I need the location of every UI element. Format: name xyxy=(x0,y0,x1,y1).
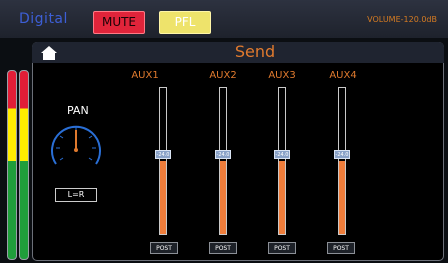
aux4-label: AUX4 xyxy=(329,70,357,81)
aux4-fader-fill xyxy=(339,161,345,234)
aux3-fader-fill xyxy=(279,161,285,234)
aux3-fader-knob[interactable]: -24.0 xyxy=(274,150,290,159)
pfl-button[interactable]: PFL xyxy=(159,11,211,34)
aux1-fader-fill xyxy=(160,161,166,234)
brand-label: Digital xyxy=(19,11,68,27)
aux4-post-button[interactable]: POST xyxy=(327,242,355,254)
home-icon[interactable] xyxy=(40,45,58,61)
aux3-fader-track[interactable] xyxy=(278,87,286,235)
aux1-post-button[interactable]: POST xyxy=(150,242,178,254)
mute-button[interactable]: MUTE xyxy=(93,11,145,34)
aux1-fader-track[interactable] xyxy=(159,87,167,235)
aux3-post-button[interactable]: POST xyxy=(268,242,296,254)
aux1-label: AUX1 xyxy=(131,70,159,81)
aux2-label: AUX2 xyxy=(209,70,237,81)
level-meter-left xyxy=(7,70,17,260)
aux4-fader-track[interactable] xyxy=(338,87,346,235)
volume-readout: VOLUME-120.0dB xyxy=(367,15,437,24)
aux2-fader-fill xyxy=(220,161,226,234)
page-title: Send xyxy=(234,42,276,61)
aux2-post-button[interactable]: POST xyxy=(209,242,237,254)
pan-label: PAN xyxy=(67,104,89,117)
level-meter-right xyxy=(19,70,29,260)
pan-value: L=R xyxy=(55,188,97,202)
aux2-fader-knob[interactable]: -24.0 xyxy=(215,150,231,159)
aux4-fader-knob[interactable]: -24.0 xyxy=(334,150,350,159)
aux2-fader-track[interactable] xyxy=(219,87,227,235)
aux3-label: AUX3 xyxy=(268,70,296,81)
aux1-fader-knob[interactable]: -24.0 xyxy=(155,150,171,159)
pan-knob[interactable] xyxy=(48,120,104,180)
